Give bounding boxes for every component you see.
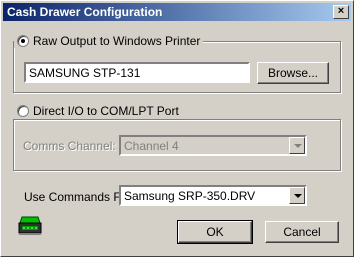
commands-label: Use Commands For — [24, 190, 132, 204]
commands-value: Samsung SRP-350.DRV — [124, 189, 256, 203]
title-bar[interactable]: Cash Drawer Configuration × — [3, 3, 351, 21]
comms-channel-dropdown[interactable]: Channel 4 — [119, 135, 307, 156]
direct-io-radio[interactable]: Direct I/O to COM/LPT Port — [14, 104, 182, 118]
comms-channel-label: Comms Channel: — [23, 139, 116, 153]
ok-button[interactable]: OK — [177, 220, 253, 244]
chevron-down-icon — [289, 187, 305, 204]
radio-unselected-icon — [17, 105, 29, 117]
radio-selected-icon — [17, 35, 29, 47]
cash-drawer-icon — [17, 213, 43, 237]
chevron-down-icon — [289, 137, 305, 154]
commands-dropdown[interactable]: Samsung SRP-350.DRV — [119, 185, 307, 206]
browse-button[interactable]: Browse... — [257, 62, 329, 84]
close-button[interactable]: × — [333, 5, 349, 19]
raw-output-label: Raw Output to Windows Printer — [33, 34, 201, 48]
comms-channel-value: Channel 4 — [124, 139, 179, 153]
cancel-button[interactable]: Cancel — [265, 221, 339, 243]
direct-io-label: Direct I/O to COM/LPT Port — [33, 104, 179, 118]
window-title: Cash Drawer Configuration — [7, 5, 163, 19]
raw-output-radio[interactable]: Raw Output to Windows Printer — [14, 34, 204, 48]
printer-name-field[interactable]: SAMSUNG STP-131 — [24, 62, 250, 83]
dialog-window: Cash Drawer Configuration × Raw Output t… — [0, 0, 354, 257]
